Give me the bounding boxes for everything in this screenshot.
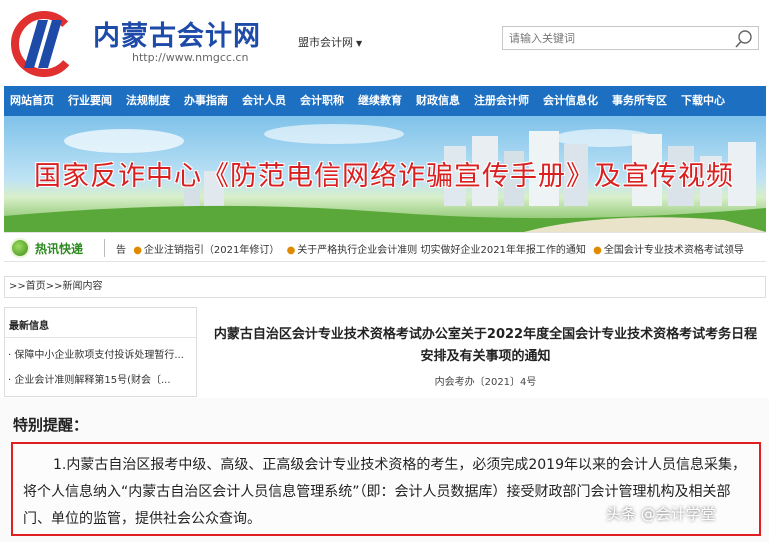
watermark: 头条 @会计学堂 xyxy=(606,505,716,523)
nav-item-informatization[interactable]: 会计信息化 xyxy=(536,86,605,116)
main-nav: 网站首页 行业要闻 法规制度 办事指南 会计人员 会计职称 继续教育 财政信息 … xyxy=(4,86,766,116)
bullet-icon: ● xyxy=(593,245,602,256)
site-name[interactable]: 内蒙古会计网 xyxy=(93,14,261,53)
nav-item-titles[interactable]: 会计职称 xyxy=(293,86,351,116)
chevron-down-icon: ▼ xyxy=(356,39,363,48)
promo-banner[interactable]: 国家反诈中心《防范电信网络诈骗宣传手册》及宣传视频 xyxy=(4,116,766,232)
article: 内蒙古自治区会计专业技术资格考试办公室关于2022年度全国会计专业技术资格考试考… xyxy=(205,307,766,397)
logo-icon[interactable] xyxy=(8,6,82,78)
article-title-line: 内蒙古自治区会计专业技术资格考试办公室关于2022年度全国会计专业技术资格考试考… xyxy=(213,327,758,342)
nav-item-accountants[interactable]: 会计人员 xyxy=(235,86,293,116)
latest-news-item[interactable]: · 保障中小企业款项支付投诉处理暂行... xyxy=(5,338,196,363)
region-select[interactable]: 盟市会计网 ▼ xyxy=(298,34,362,50)
latest-news-title: 最新信息 xyxy=(5,308,196,338)
hot-news-label: 热讯快递 xyxy=(35,241,84,256)
breadcrumb[interactable]: >>首页>>新闻内容 xyxy=(4,276,766,298)
notice-heading: 特别提醒： xyxy=(13,416,89,434)
hot-news-badge: 热讯快递 xyxy=(10,236,83,260)
ticker-prefix: 告 xyxy=(116,245,126,256)
hot-news-bar: 热讯快递 告 ● 企业注销指引（2021年修订） ● 关于严格执行企业会计准则 切实… xyxy=(4,232,766,262)
article-title: 内蒙古自治区会计专业技术资格考试办公室关于2022年度全国会计专业技术资格考试考… xyxy=(205,307,766,368)
nav-item-cpa[interactable]: 注册会计师 xyxy=(467,86,536,116)
nav-item-education[interactable]: 继续教育 xyxy=(351,86,409,116)
hot-news-icon xyxy=(10,238,30,258)
banner-title[interactable]: 国家反诈中心《防范电信网络诈骗宣传手册》及宣传视频 xyxy=(34,154,734,193)
ticker-item[interactable]: 关于严格执行企业会计准则 切实做好企业2021年年报工作的通知 xyxy=(297,245,586,256)
nav-item-home[interactable]: 网站首页 xyxy=(4,86,61,116)
article-title-line: 安排及有关事项的通知 xyxy=(420,349,551,364)
region-select-label: 盟市会计网 xyxy=(298,36,353,49)
search-icon[interactable] xyxy=(734,29,754,49)
search-input[interactable] xyxy=(503,27,723,50)
ticker-item[interactable]: 企业注销指引（2021年修订） xyxy=(144,245,279,256)
site-header: 内蒙古会计网 http://www.nmgcc.cn 盟市会计网 ▼ xyxy=(0,0,769,85)
nav-item-finance-info[interactable]: 财政信息 xyxy=(409,86,467,116)
search-box xyxy=(502,26,759,50)
nav-item-industry-news[interactable]: 行业要闻 xyxy=(61,86,119,116)
ticker-item[interactable]: 全国会计专业技术资格考试领导 xyxy=(604,245,744,256)
nav-item-guide[interactable]: 办事指南 xyxy=(177,86,235,116)
hot-news-ticker: 告 ● 企业注销指引（2021年修订） ● 关于严格执行企业会计准则 切实做好企业2… xyxy=(116,241,761,256)
nav-item-regulations[interactable]: 法规制度 xyxy=(119,86,177,116)
nav-item-downloads[interactable]: 下载中心 xyxy=(674,86,732,116)
document-number: 内会考办〔2021〕4号 xyxy=(434,377,537,388)
site-url: http://www.nmgcc.cn xyxy=(132,51,249,64)
latest-news-panel: 最新信息 · 保障中小企业款项支付投诉处理暂行... · 企业会计准则解释第15… xyxy=(4,307,197,397)
hot-news-divider xyxy=(104,239,105,257)
bullet-icon: ● xyxy=(133,245,142,256)
bullet-icon: ● xyxy=(286,245,296,256)
latest-news-item[interactable]: · 企业会计准则解释第15号(财会〔... xyxy=(5,363,196,388)
nav-item-firms[interactable]: 事务所专区 xyxy=(605,86,674,116)
